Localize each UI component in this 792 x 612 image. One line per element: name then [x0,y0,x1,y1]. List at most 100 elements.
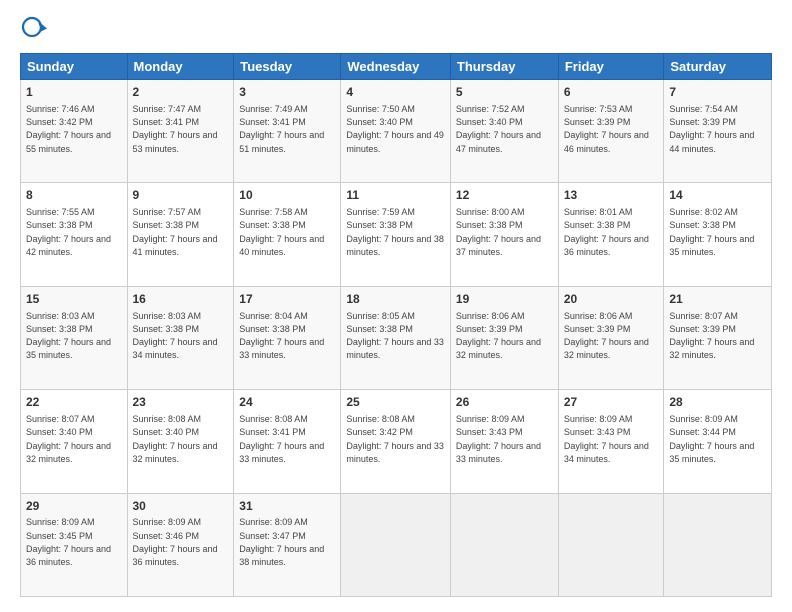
calendar-cell: 7 Sunrise: 7:54 AMSunset: 3:39 PMDayligh… [664,80,772,183]
logo [20,15,54,45]
calendar-header-row: SundayMondayTuesdayWednesdayThursdayFrid… [21,54,772,80]
day-info: Sunrise: 8:09 AMSunset: 3:45 PMDaylight:… [26,517,111,567]
calendar-week-row: 29 Sunrise: 8:09 AMSunset: 3:45 PMDaylig… [21,493,772,596]
day-info: Sunrise: 8:02 AMSunset: 3:38 PMDaylight:… [669,207,754,257]
calendar-cell [664,493,772,596]
calendar-cell: 3 Sunrise: 7:49 AMSunset: 3:41 PMDayligh… [234,80,341,183]
day-info: Sunrise: 7:49 AMSunset: 3:41 PMDaylight:… [239,104,324,154]
calendar: SundayMondayTuesdayWednesdayThursdayFrid… [20,53,772,597]
day-info: Sunrise: 8:08 AMSunset: 3:40 PMDaylight:… [133,414,218,464]
calendar-cell: 11 Sunrise: 7:59 AMSunset: 3:38 PMDaylig… [341,183,451,286]
calendar-week-row: 8 Sunrise: 7:55 AMSunset: 3:38 PMDayligh… [21,183,772,286]
calendar-cell: 10 Sunrise: 7:58 AMSunset: 3:38 PMDaylig… [234,183,341,286]
day-info: Sunrise: 8:08 AMSunset: 3:42 PMDaylight:… [346,414,444,464]
calendar-header-day: Saturday [664,54,772,80]
day-info: Sunrise: 8:09 AMSunset: 3:43 PMDaylight:… [456,414,541,464]
day-info: Sunrise: 7:47 AMSunset: 3:41 PMDaylight:… [133,104,218,154]
calendar-cell: 25 Sunrise: 8:08 AMSunset: 3:42 PMDaylig… [341,390,451,493]
day-number: 8 [26,187,122,204]
calendar-header-day: Sunday [21,54,128,80]
day-number: 28 [669,394,766,411]
calendar-week-row: 15 Sunrise: 8:03 AMSunset: 3:38 PMDaylig… [21,286,772,389]
day-number: 18 [346,291,445,308]
calendar-cell: 21 Sunrise: 8:07 AMSunset: 3:39 PMDaylig… [664,286,772,389]
day-number: 1 [26,84,122,101]
calendar-cell: 6 Sunrise: 7:53 AMSunset: 3:39 PMDayligh… [558,80,664,183]
calendar-cell: 14 Sunrise: 8:02 AMSunset: 3:38 PMDaylig… [664,183,772,286]
calendar-header-day: Monday [127,54,234,80]
day-info: Sunrise: 7:58 AMSunset: 3:38 PMDaylight:… [239,207,324,257]
calendar-cell: 29 Sunrise: 8:09 AMSunset: 3:45 PMDaylig… [21,493,128,596]
calendar-cell: 5 Sunrise: 7:52 AMSunset: 3:40 PMDayligh… [450,80,558,183]
calendar-cell [450,493,558,596]
calendar-week-row: 22 Sunrise: 8:07 AMSunset: 3:40 PMDaylig… [21,390,772,493]
calendar-week-row: 1 Sunrise: 7:46 AMSunset: 3:42 PMDayligh… [21,80,772,183]
day-number: 17 [239,291,335,308]
day-number: 31 [239,498,335,515]
day-number: 19 [456,291,553,308]
day-number: 6 [564,84,659,101]
day-info: Sunrise: 8:07 AMSunset: 3:39 PMDaylight:… [669,311,754,361]
day-number: 24 [239,394,335,411]
page: SundayMondayTuesdayWednesdayThursdayFrid… [0,0,792,612]
day-info: Sunrise: 8:06 AMSunset: 3:39 PMDaylight:… [564,311,649,361]
calendar-cell: 22 Sunrise: 8:07 AMSunset: 3:40 PMDaylig… [21,390,128,493]
day-number: 12 [456,187,553,204]
calendar-header-day: Friday [558,54,664,80]
day-number: 3 [239,84,335,101]
calendar-cell: 13 Sunrise: 8:01 AMSunset: 3:38 PMDaylig… [558,183,664,286]
calendar-cell [558,493,664,596]
calendar-cell: 18 Sunrise: 8:05 AMSunset: 3:38 PMDaylig… [341,286,451,389]
day-number: 21 [669,291,766,308]
day-info: Sunrise: 7:50 AMSunset: 3:40 PMDaylight:… [346,104,444,154]
day-info: Sunrise: 7:57 AMSunset: 3:38 PMDaylight:… [133,207,218,257]
day-info: Sunrise: 7:54 AMSunset: 3:39 PMDaylight:… [669,104,754,154]
day-info: Sunrise: 8:07 AMSunset: 3:40 PMDaylight:… [26,414,111,464]
calendar-cell: 9 Sunrise: 7:57 AMSunset: 3:38 PMDayligh… [127,183,234,286]
logo-icon [20,15,50,45]
calendar-cell [341,493,451,596]
day-info: Sunrise: 8:00 AMSunset: 3:38 PMDaylight:… [456,207,541,257]
day-info: Sunrise: 8:03 AMSunset: 3:38 PMDaylight:… [26,311,111,361]
day-number: 23 [133,394,229,411]
calendar-header-day: Thursday [450,54,558,80]
calendar-cell: 2 Sunrise: 7:47 AMSunset: 3:41 PMDayligh… [127,80,234,183]
day-number: 10 [239,187,335,204]
day-number: 13 [564,187,659,204]
day-number: 15 [26,291,122,308]
day-info: Sunrise: 7:52 AMSunset: 3:40 PMDaylight:… [456,104,541,154]
day-info: Sunrise: 8:04 AMSunset: 3:38 PMDaylight:… [239,311,324,361]
day-info: Sunrise: 8:08 AMSunset: 3:41 PMDaylight:… [239,414,324,464]
day-info: Sunrise: 7:46 AMSunset: 3:42 PMDaylight:… [26,104,111,154]
day-number: 25 [346,394,445,411]
calendar-cell: 20 Sunrise: 8:06 AMSunset: 3:39 PMDaylig… [558,286,664,389]
day-number: 26 [456,394,553,411]
day-info: Sunrise: 7:53 AMSunset: 3:39 PMDaylight:… [564,104,649,154]
day-number: 27 [564,394,659,411]
day-number: 14 [669,187,766,204]
day-number: 9 [133,187,229,204]
calendar-cell: 19 Sunrise: 8:06 AMSunset: 3:39 PMDaylig… [450,286,558,389]
day-info: Sunrise: 8:09 AMSunset: 3:46 PMDaylight:… [133,517,218,567]
day-number: 7 [669,84,766,101]
calendar-body: 1 Sunrise: 7:46 AMSunset: 3:42 PMDayligh… [21,80,772,597]
day-number: 16 [133,291,229,308]
calendar-header-day: Wednesday [341,54,451,80]
calendar-cell: 23 Sunrise: 8:08 AMSunset: 3:40 PMDaylig… [127,390,234,493]
calendar-cell: 15 Sunrise: 8:03 AMSunset: 3:38 PMDaylig… [21,286,128,389]
day-number: 20 [564,291,659,308]
day-info: Sunrise: 7:55 AMSunset: 3:38 PMDaylight:… [26,207,111,257]
day-info: Sunrise: 8:01 AMSunset: 3:38 PMDaylight:… [564,207,649,257]
day-number: 30 [133,498,229,515]
day-number: 29 [26,498,122,515]
day-number: 5 [456,84,553,101]
calendar-cell: 31 Sunrise: 8:09 AMSunset: 3:47 PMDaylig… [234,493,341,596]
day-info: Sunrise: 8:03 AMSunset: 3:38 PMDaylight:… [133,311,218,361]
calendar-header-day: Tuesday [234,54,341,80]
calendar-cell: 8 Sunrise: 7:55 AMSunset: 3:38 PMDayligh… [21,183,128,286]
calendar-cell: 26 Sunrise: 8:09 AMSunset: 3:43 PMDaylig… [450,390,558,493]
day-number: 2 [133,84,229,101]
day-info: Sunrise: 8:06 AMSunset: 3:39 PMDaylight:… [456,311,541,361]
day-number: 11 [346,187,445,204]
calendar-cell: 1 Sunrise: 7:46 AMSunset: 3:42 PMDayligh… [21,80,128,183]
